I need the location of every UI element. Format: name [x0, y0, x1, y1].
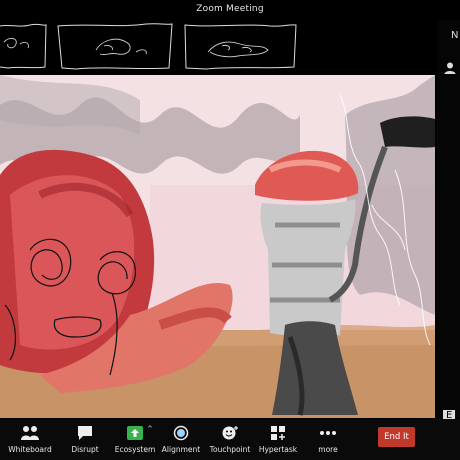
- more-dots-icon: [316, 423, 340, 443]
- chevron-up-icon[interactable]: ^: [147, 425, 153, 433]
- zoom-meeting-window: Zoom Meeting N E Whiteboard Disrupt Ecos…: [0, 0, 460, 460]
- panel-label: N: [451, 30, 459, 41]
- toolbar-label: Ecosystem: [114, 445, 156, 454]
- toolbar-label: Disrupt: [71, 445, 99, 454]
- chat-bubble-icon: [73, 423, 97, 443]
- main-video-area[interactable]: [0, 75, 435, 418]
- right-side-panel: N E: [437, 20, 460, 421]
- toolbar-label: more: [318, 445, 338, 454]
- smiley-reaction-icon: [218, 423, 242, 443]
- toolbar-label: Alignment: [161, 445, 201, 454]
- share-up-arrow-icon: [123, 423, 147, 443]
- toolbar-disrupt-button[interactable]: Disrupt: [70, 423, 100, 459]
- participant-thumbnail-2[interactable]: [56, 22, 174, 70]
- toolbar-hypertask-button[interactable]: Hypertask: [258, 423, 298, 459]
- title-bar: Zoom Meeting: [0, 0, 460, 18]
- participants-icon: [18, 423, 42, 443]
- participant-thumbnail-1[interactable]: [0, 22, 48, 70]
- window-title: Zoom Meeting: [196, 4, 264, 14]
- main-scene-drawing: [0, 75, 435, 418]
- participant-thumbnail-3[interactable]: [182, 22, 298, 70]
- thumbnail-strip: [0, 20, 300, 72]
- toolbar-label: Touchpoint: [209, 445, 251, 454]
- toolbar-label: Whiteboard: [8, 445, 52, 454]
- circle-record-icon: [169, 423, 193, 443]
- person-icon[interactable]: [443, 60, 457, 74]
- apps-icon: [266, 423, 290, 443]
- toolbar-whiteboard-button[interactable]: Whiteboard: [8, 423, 52, 459]
- toolbar-label: Hypertask: [258, 445, 298, 454]
- end-meeting-button[interactable]: End It: [378, 427, 415, 447]
- toolbar-alignment-button[interactable]: Alignment: [161, 423, 201, 459]
- toolbar-touchpoint-button[interactable]: Touchpoint: [210, 423, 250, 459]
- toolbar-more-button[interactable]: more: [314, 423, 342, 459]
